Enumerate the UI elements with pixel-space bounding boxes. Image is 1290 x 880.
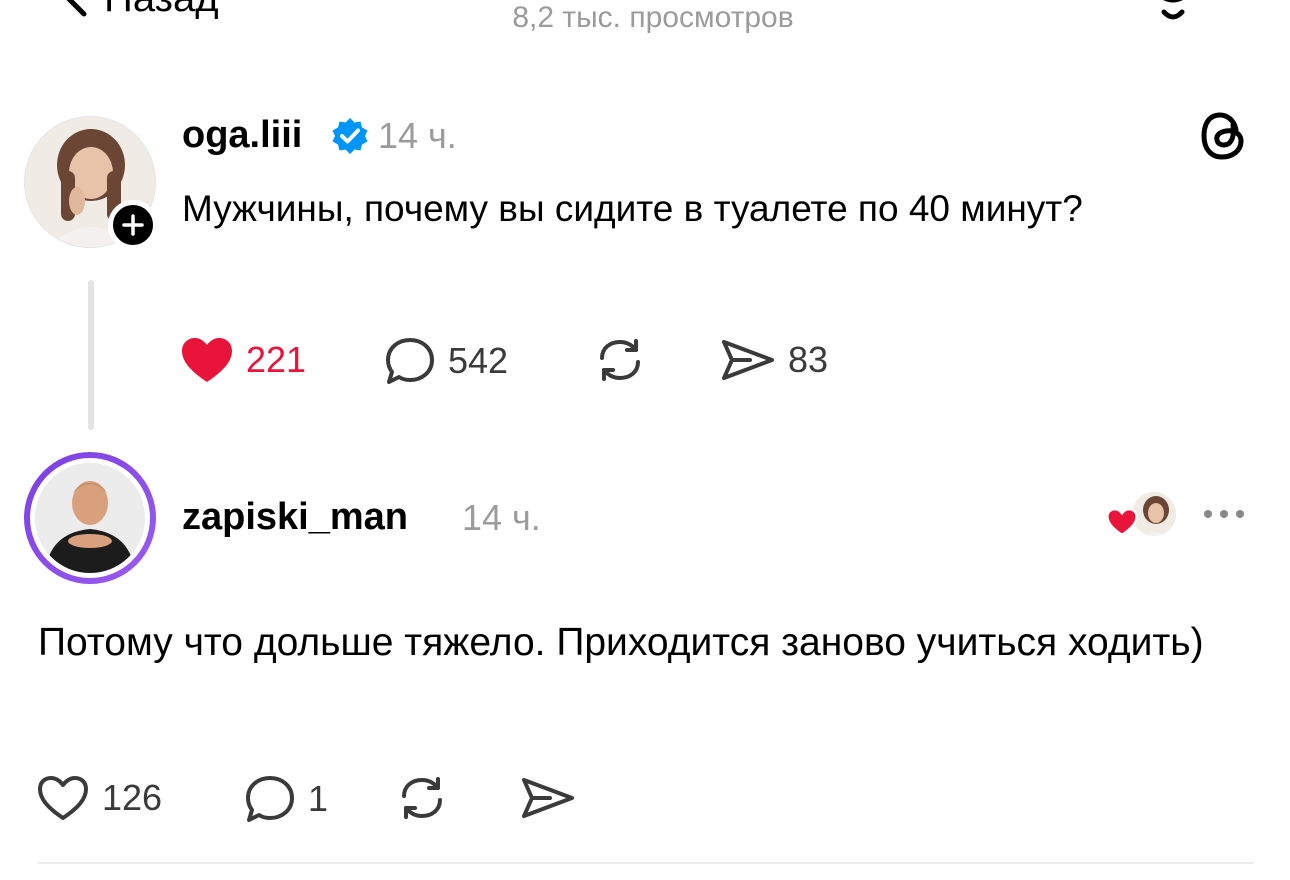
- more-dot: [1236, 510, 1244, 518]
- thread-connector-line: [88, 280, 94, 430]
- heart-icon: [182, 338, 232, 382]
- plus-icon: [122, 214, 144, 236]
- views-count: 8,2 тыс. просмотров: [512, 1, 794, 34]
- paper-plane-icon: [522, 778, 574, 818]
- like-count: 221: [246, 339, 307, 380]
- liked-by-author-indicator: [1106, 490, 1180, 540]
- divider: [38, 862, 1254, 864]
- reply-comment-button[interactable]: 1: [244, 774, 328, 824]
- heart-icon: [1106, 508, 1138, 536]
- share-button[interactable]: 83: [720, 336, 828, 384]
- comment-bubble-icon: [386, 338, 434, 384]
- verified-badge-icon: [332, 118, 368, 154]
- reply-repost-button[interactable]: [396, 774, 448, 822]
- comment-count: 542: [448, 340, 509, 381]
- reply-text: Потому что дольше тяжело. Приходится зан…: [38, 621, 1204, 664]
- reply-author-avatar[interactable]: [24, 452, 156, 584]
- post-text: Мужчины, почему вы сидите в туалете по 4…: [182, 188, 1083, 229]
- comment-button[interactable]: 542: [384, 336, 508, 386]
- reply-share-button[interactable]: [520, 774, 576, 822]
- share-count: 83: [788, 339, 829, 380]
- reply-avatar-frame: [30, 458, 150, 578]
- more-dot: [1220, 510, 1228, 518]
- reply-like-button[interactable]: 126: [36, 774, 162, 822]
- repost-icon: [402, 777, 442, 819]
- repost-icon: [600, 339, 640, 381]
- paper-plane-icon: [722, 340, 774, 380]
- comment-bubble-icon: [246, 776, 294, 822]
- more-dot: [1204, 510, 1212, 518]
- heart-icon: [38, 776, 88, 820]
- follow-button[interactable]: [108, 200, 158, 250]
- threads-logo-icon[interactable]: [1200, 110, 1250, 162]
- reply-like-count: 126: [102, 777, 163, 818]
- bell-icon[interactable]: [1140, 0, 1206, 22]
- reply-avatar-photo: [35, 463, 145, 573]
- reply-username[interactable]: zapiski_man: [182, 498, 408, 536]
- reply-comment-count: 1: [308, 778, 329, 819]
- post-timestamp: 14 ч.: [378, 115, 457, 156]
- like-button[interactable]: 221: [180, 336, 306, 384]
- more-dots-icon[interactable]: [1204, 510, 1244, 518]
- repost-button[interactable]: [594, 336, 646, 384]
- reply-timestamp: 14 ч.: [462, 497, 541, 538]
- post-username[interactable]: oga.liii: [182, 116, 302, 154]
